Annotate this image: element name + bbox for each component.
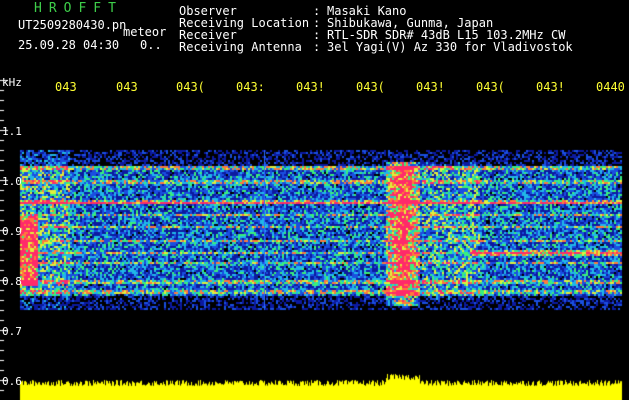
antenna-value: 3el Yagi(V) Az 330 for Vladivostok: [327, 40, 573, 54]
hrofft-logo: HROFFT: [34, 1, 123, 16]
frequency-tick: 0.6: [2, 375, 22, 388]
time-tick: 043(: [476, 80, 505, 94]
time-tick: 043:: [236, 80, 265, 94]
frequency-tick: 0.8: [2, 275, 22, 288]
antenna-colon: :: [313, 40, 321, 54]
time-tick: 043: [55, 80, 77, 94]
frequency-tick: 0.7: [2, 325, 22, 338]
time-tick: 043: [116, 80, 138, 94]
spectrogram-canvas: [0, 0, 629, 400]
frequency-tick: 0.9: [2, 225, 22, 238]
frequency-tick: 1.0: [2, 175, 22, 188]
antenna-label: Receiving Antenna: [179, 40, 302, 54]
time-tick: 043!: [536, 80, 565, 94]
observation-datetime: 25.09.28 04:30: [18, 38, 120, 52]
file-name: UT2509280430.pn: [18, 18, 127, 32]
time-tick: 043!: [416, 80, 445, 94]
time-tick: 043(: [356, 80, 385, 94]
meteor-label: meteor: [123, 25, 167, 39]
frequency-unit-label: kHz: [2, 76, 22, 89]
meteor-count: 0..: [140, 38, 162, 52]
time-tick: 043!: [296, 80, 325, 94]
time-tick: 0440: [596, 80, 625, 94]
frequency-tick: 1.1: [2, 125, 22, 138]
time-tick: 043(: [176, 80, 205, 94]
